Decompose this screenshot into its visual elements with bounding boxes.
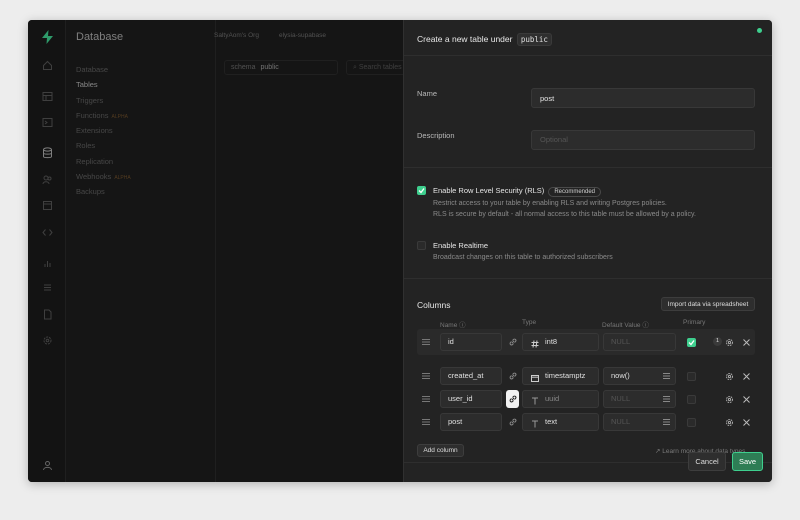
- column-row: post text NULL: [417, 409, 755, 435]
- text-type-icon: [531, 418, 539, 434]
- primary-key-checkbox[interactable]: [687, 395, 696, 404]
- foreign-key-link-icon[interactable]: [506, 333, 519, 351]
- header-default: Default Value ⓘ: [602, 319, 649, 329]
- drag-handle-icon[interactable]: [421, 395, 431, 403]
- primary-key-checkbox[interactable]: [687, 418, 696, 427]
- remove-column-icon[interactable]: [740, 336, 752, 348]
- realtime-description: Broadcast changes on this table to autho…: [433, 254, 613, 261]
- gear-icon[interactable]: [723, 370, 735, 382]
- remove-column-icon[interactable]: [740, 370, 752, 382]
- gear-icon[interactable]: [723, 336, 735, 348]
- description-input[interactable]: Optional: [531, 130, 755, 150]
- column-type-value: int8: [545, 337, 558, 346]
- header-default-text: Default Value: [602, 322, 641, 329]
- rls-description-2: RLS is secure by default - all normal ac…: [433, 211, 696, 218]
- divider: [404, 278, 772, 279]
- import-spreadsheet-button[interactable]: Import data via spreadsheet: [661, 297, 755, 311]
- column-type-value: text: [545, 417, 558, 426]
- save-button[interactable]: Save: [732, 452, 763, 471]
- check-icon: [418, 188, 425, 194]
- panel-header: Create a new table under public: [404, 20, 772, 56]
- status-dot: [757, 28, 762, 33]
- remove-column-icon[interactable]: [740, 393, 752, 405]
- realtime-title: Enable Realtime: [433, 241, 489, 250]
- column-type-value: uuid: [545, 394, 560, 403]
- header-primary: Primary: [683, 319, 706, 326]
- default-value-text: NULL: [611, 337, 631, 346]
- rls-checkbox[interactable]: [417, 186, 426, 195]
- column-type-value: timestamptz: [545, 371, 586, 380]
- list-icon[interactable]: [660, 394, 672, 404]
- header-type: Type: [522, 319, 537, 326]
- default-value-text: NULL: [611, 394, 631, 403]
- rls-title: Enable Row Level Security (RLS) Recommend…: [433, 186, 601, 197]
- header-name-text: Name: [440, 322, 458, 329]
- primary-key-checkbox[interactable]: [687, 372, 696, 381]
- default-value-text: NULL: [611, 417, 631, 426]
- add-column-button[interactable]: Add column: [417, 444, 464, 457]
- column-type-select[interactable]: int8: [522, 333, 599, 351]
- create-table-panel: Create a new table under public Name Des…: [403, 20, 772, 482]
- header-name: Name ⓘ: [440, 319, 466, 329]
- help-icon[interactable]: ⓘ: [642, 322, 649, 329]
- list-icon[interactable]: [660, 371, 672, 381]
- columns-title: Columns: [417, 300, 451, 310]
- hash-icon: [531, 338, 539, 354]
- column-name-input[interactable]: post: [440, 413, 502, 431]
- column-name-input[interactable]: user_id: [440, 390, 502, 408]
- default-value-text: now(): [611, 371, 630, 380]
- default-value-input[interactable]: NULL: [603, 413, 676, 431]
- remove-column-icon[interactable]: [740, 416, 752, 428]
- column-type-select[interactable]: timestamptz: [522, 367, 599, 385]
- gear-icon[interactable]: [723, 416, 735, 428]
- column-name-input[interactable]: created_at: [440, 367, 502, 385]
- column-row: id int8 NULL 1: [417, 329, 755, 355]
- foreign-key-link-icon[interactable]: [506, 413, 519, 431]
- foreign-key-link-icon[interactable]: [506, 390, 519, 408]
- panel-title: Create a new table under public: [417, 33, 552, 46]
- foreign-key-link-icon[interactable]: [506, 367, 519, 385]
- modal-backdrop[interactable]: [28, 20, 404, 482]
- table-name-input[interactable]: [531, 88, 755, 108]
- default-value-input[interactable]: now(): [603, 367, 676, 385]
- column-type-select[interactable]: text: [522, 413, 599, 431]
- gear-icon[interactable]: [723, 393, 735, 405]
- schema-chip: public: [516, 33, 552, 46]
- description-label: Description: [417, 131, 455, 140]
- column-type-select[interactable]: uuid: [522, 390, 599, 408]
- list-icon[interactable]: [660, 417, 672, 427]
- column-name-input[interactable]: id: [440, 333, 502, 351]
- panel-title-text: Create a new table under: [417, 34, 513, 44]
- rls-title-text: Enable Row Level Security (RLS): [433, 186, 545, 195]
- default-value-input[interactable]: NULL: [603, 333, 676, 351]
- recommended-badge: Recommended: [548, 187, 601, 197]
- drag-handle-icon[interactable]: [421, 372, 431, 380]
- app-window: Database Database Tables Triggers Functions…: [28, 20, 772, 482]
- divider: [404, 167, 772, 168]
- primary-key-checkbox[interactable]: [687, 338, 696, 347]
- external-link-icon: ↗: [655, 448, 661, 455]
- cancel-button[interactable]: Cancel: [688, 452, 726, 471]
- drag-handle-icon[interactable]: [421, 418, 431, 426]
- drag-handle-icon[interactable]: [421, 338, 431, 346]
- rls-description-1: Restrict access to your table by enablin…: [433, 200, 667, 207]
- help-icon[interactable]: ⓘ: [459, 322, 466, 329]
- default-value-input[interactable]: NULL: [603, 390, 676, 408]
- realtime-checkbox[interactable]: [417, 241, 426, 250]
- identity-badge: 1: [713, 337, 722, 346]
- name-label: Name: [417, 89, 438, 98]
